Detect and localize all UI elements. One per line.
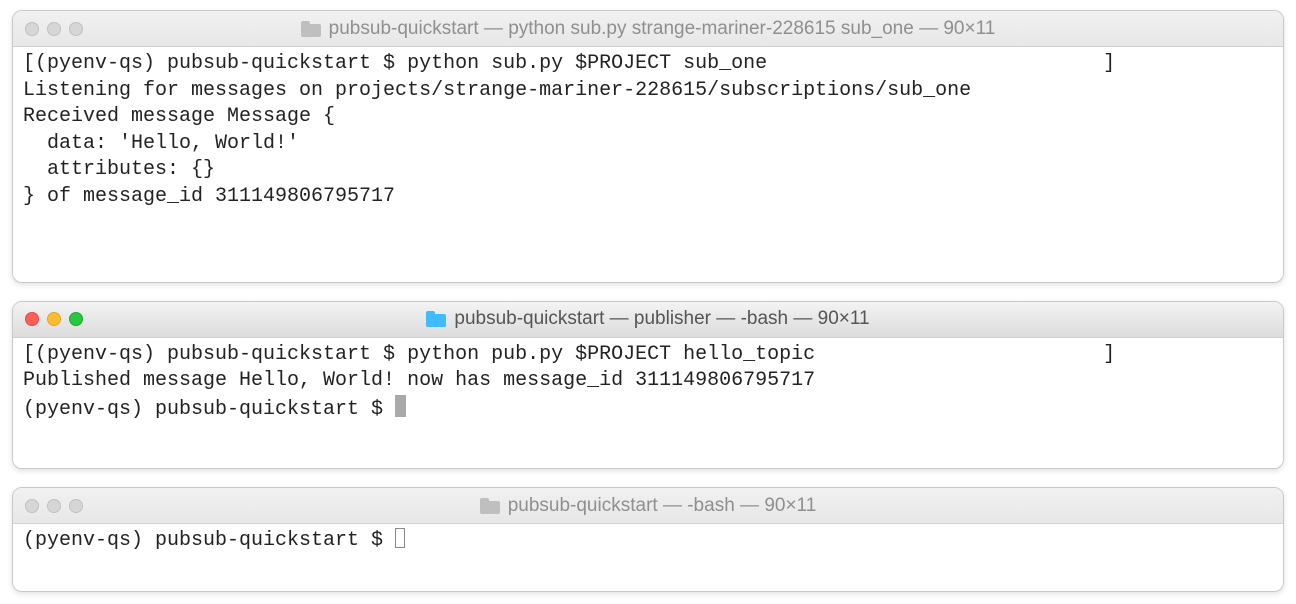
terminal-blank-line: [23, 555, 1273, 582]
window-title-text: pubsub-quickstart — publisher — -bash — …: [454, 308, 869, 330]
window-titlebar[interactable]: pubsub-quickstart — publisher — -bash — …: [13, 302, 1283, 338]
window-title-text: pubsub-quickstart — -bash — 90×11: [508, 495, 817, 517]
minimize-button[interactable]: [47, 22, 61, 36]
cursor-icon: [395, 528, 405, 548]
folder-icon: [480, 498, 500, 514]
window-titlebar[interactable]: pubsub-quickstart — -bash — 90×11: [13, 488, 1283, 524]
terminal-output-line: attributes: {}: [23, 157, 1273, 184]
minimize-button[interactable]: [47, 312, 61, 326]
zoom-button[interactable]: [69, 312, 83, 326]
terminal-blank-line: [23, 237, 1273, 264]
terminal-output-line: Received message Message {: [23, 104, 1273, 131]
terminal-window[interactable]: pubsub-quickstart — publisher — -bash — …: [12, 301, 1284, 469]
terminal-output-line: [(pyenv-qs) pubsub-quickstart $ python s…: [23, 51, 1273, 78]
close-button[interactable]: [25, 312, 39, 326]
zoom-button[interactable]: [69, 22, 83, 36]
window-title: pubsub-quickstart — python sub.py strang…: [301, 18, 996, 40]
terminal-body[interactable]: (pyenv-qs) pubsub-quickstart $: [13, 524, 1283, 591]
window-titlebar[interactable]: pubsub-quickstart — python sub.py strang…: [13, 11, 1283, 47]
zoom-button[interactable]: [69, 499, 83, 513]
terminal-prompt-text: (pyenv-qs) pubsub-quickstart $: [23, 529, 395, 552]
terminal-prompt-line[interactable]: (pyenv-qs) pubsub-quickstart $: [23, 528, 1273, 555]
minimize-button[interactable]: [47, 499, 61, 513]
terminal-body[interactable]: [(pyenv-qs) pubsub-quickstart $ python s…: [13, 47, 1283, 282]
terminal-output-line: Published message Hello, World! now has …: [23, 368, 1273, 395]
terminal-output-line: [(pyenv-qs) pubsub-quickstart $ python p…: [23, 342, 1273, 369]
window-title: pubsub-quickstart — publisher — -bash — …: [426, 308, 869, 330]
terminal-body[interactable]: [(pyenv-qs) pubsub-quickstart $ python p…: [13, 338, 1283, 468]
folder-icon: [301, 21, 321, 37]
close-button[interactable]: [25, 499, 39, 513]
terminal-window[interactable]: pubsub-quickstart — python sub.py strang…: [12, 10, 1284, 283]
close-button[interactable]: [25, 22, 39, 36]
traffic-lights: [25, 312, 83, 326]
terminal-blank-line: [23, 424, 1273, 451]
window-title-text: pubsub-quickstart — python sub.py strang…: [329, 18, 996, 40]
terminal-prompt-text: (pyenv-qs) pubsub-quickstart $: [23, 398, 395, 421]
cursor-icon: [395, 395, 406, 417]
folder-icon: [426, 311, 446, 327]
terminal-output-line: } of message_id 311149806795717: [23, 184, 1273, 211]
traffic-lights: [25, 499, 83, 513]
terminal-blank-line: [23, 211, 1273, 238]
terminal-output-line: data: 'Hello, World!': [23, 131, 1273, 158]
terminal-output-line: Listening for messages on projects/stran…: [23, 78, 1273, 105]
terminal-prompt-line[interactable]: (pyenv-qs) pubsub-quickstart $: [23, 395, 1273, 424]
terminal-window[interactable]: pubsub-quickstart — -bash — 90×11 (pyenv-…: [12, 487, 1284, 592]
window-title: pubsub-quickstart — -bash — 90×11: [480, 495, 817, 517]
traffic-lights: [25, 22, 83, 36]
